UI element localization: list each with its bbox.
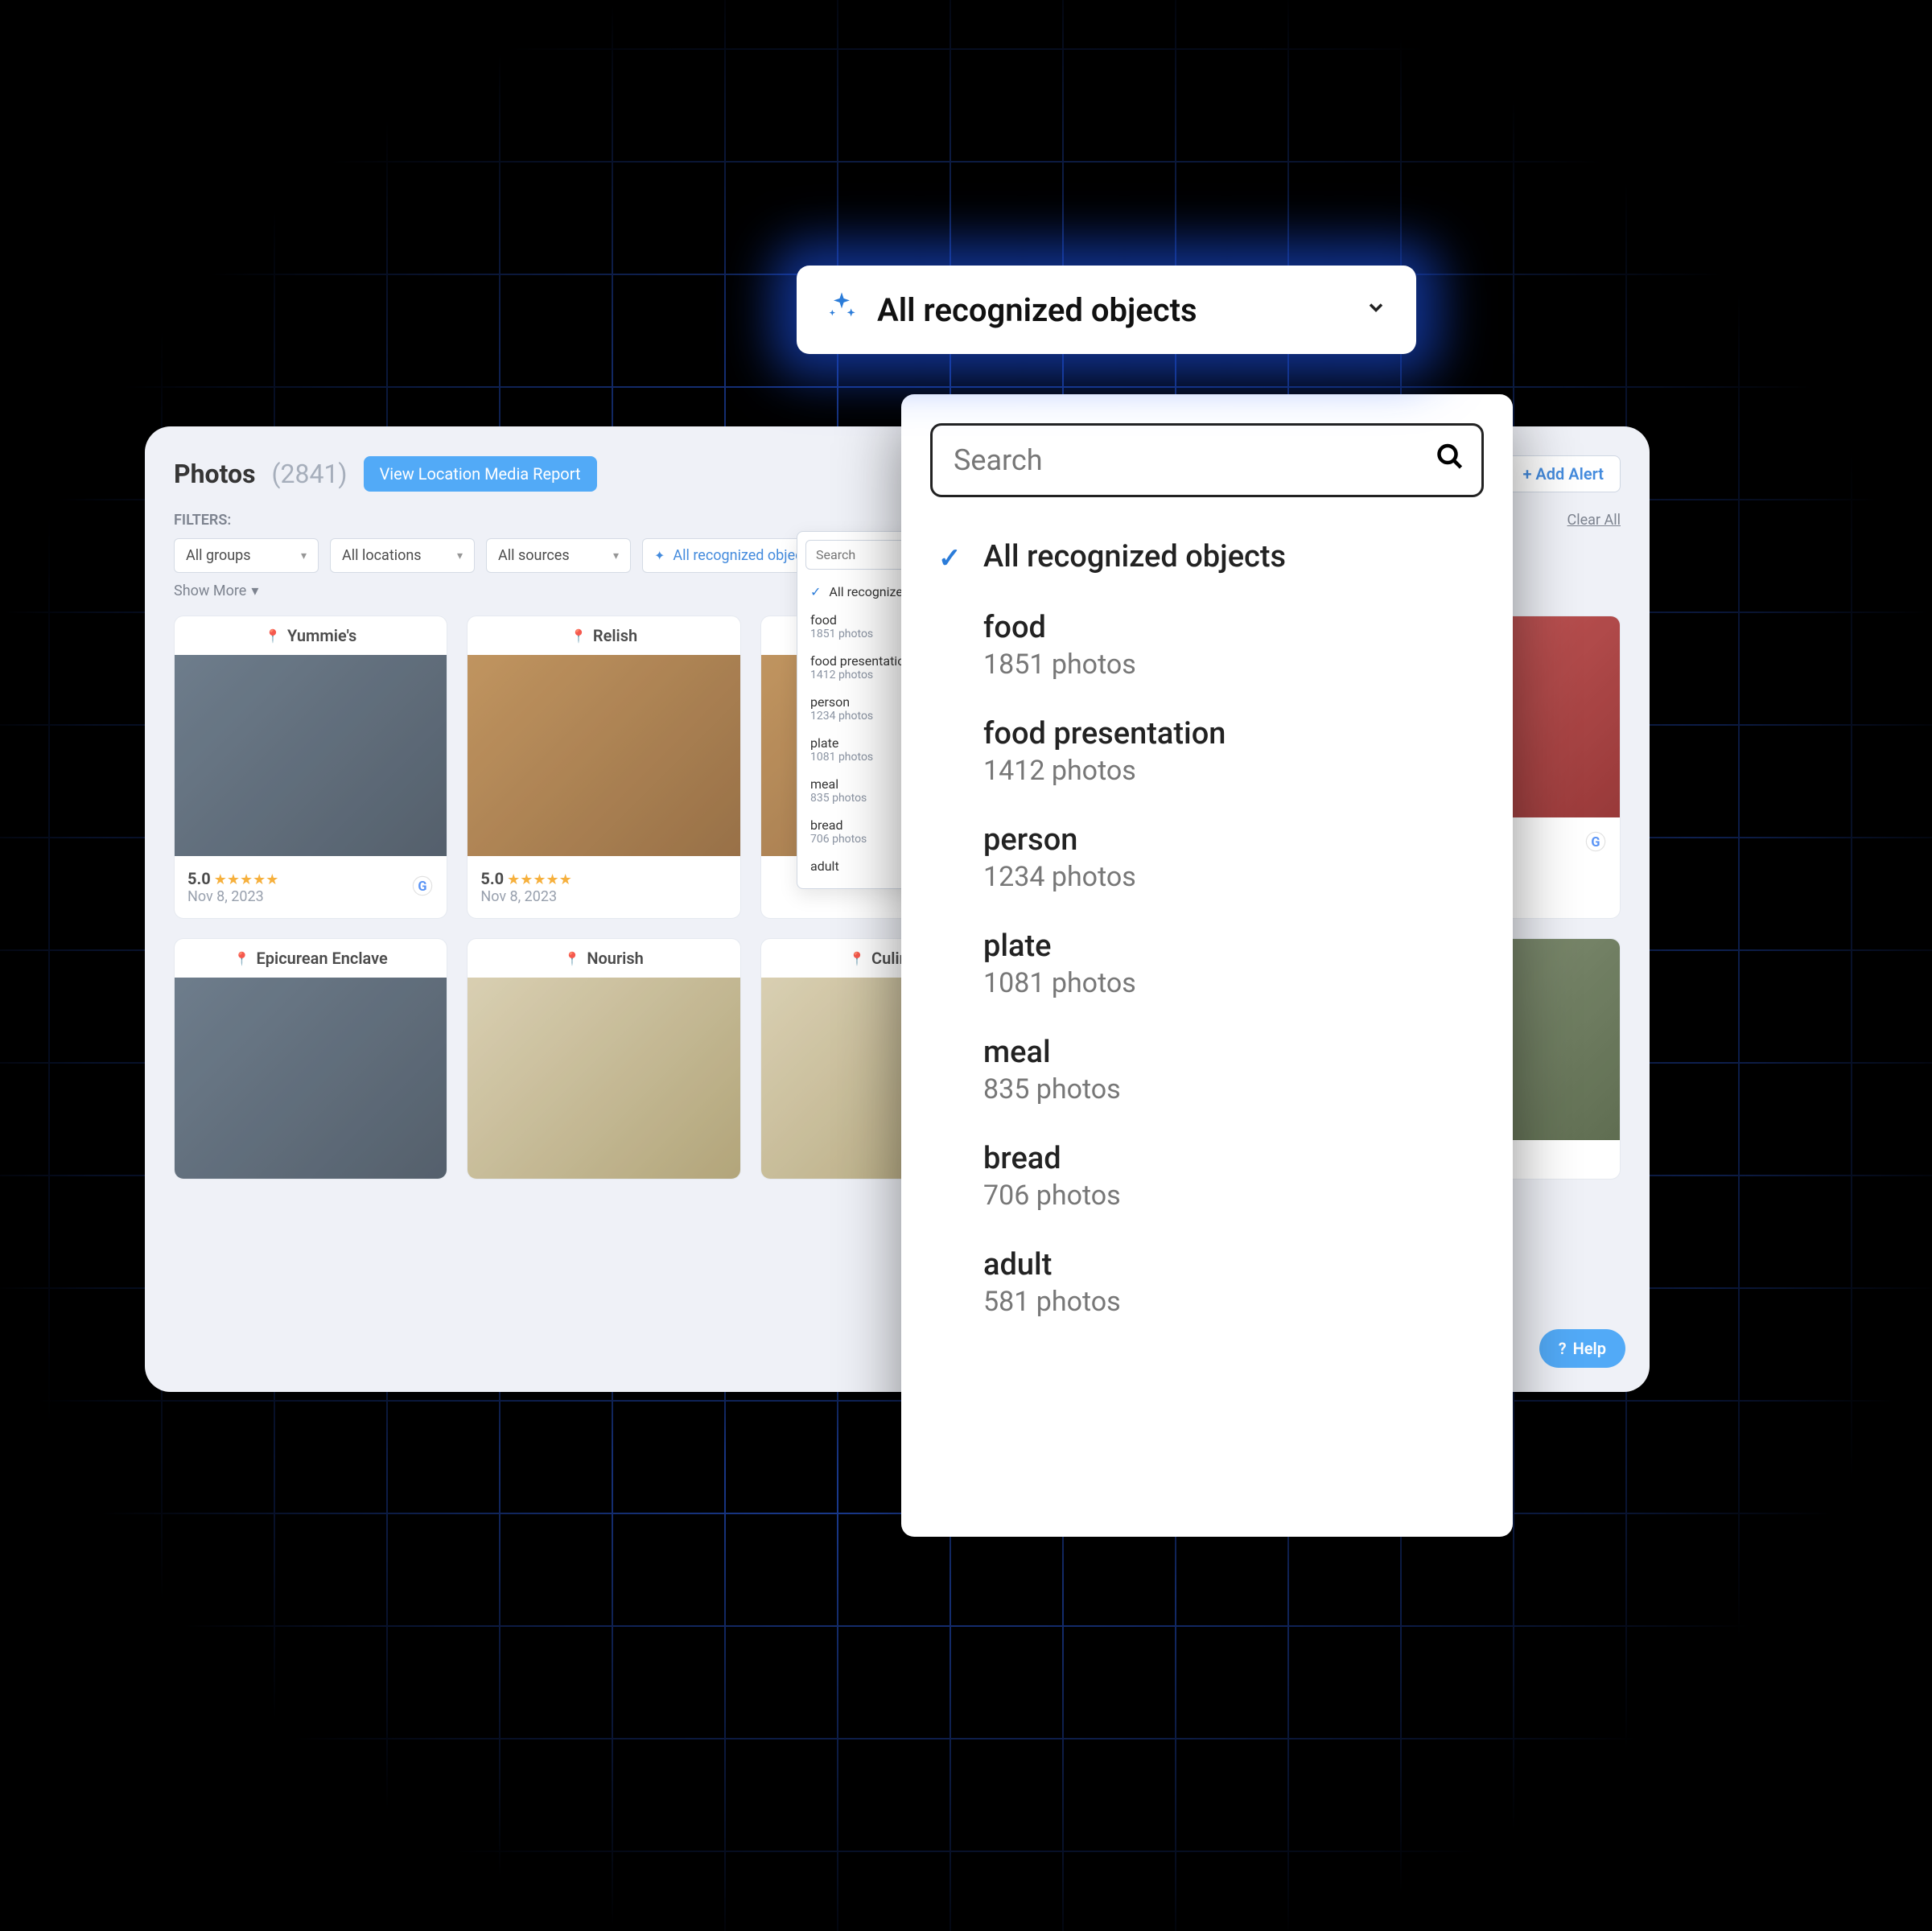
- sparkle-icon: [826, 290, 858, 330]
- dropdown-item-name: person: [983, 822, 1484, 858]
- pin-icon: 📍: [571, 628, 587, 644]
- dropdown-item-name: food: [983, 610, 1484, 645]
- help-label: Help: [1573, 1339, 1606, 1358]
- card-image: [175, 655, 447, 856]
- card-location-name: Yummie's: [287, 626, 356, 645]
- view-media-report-button[interactable]: View Location Media Report: [364, 456, 597, 492]
- help-button[interactable]: ? Help: [1539, 1329, 1625, 1368]
- dropdown-item-count: 1851 photos: [983, 648, 1484, 681]
- dropdown-item-name: meal: [983, 1035, 1484, 1070]
- chevron-down-icon: ▾: [251, 583, 258, 599]
- dropdown-item-name: bread: [983, 1141, 1484, 1176]
- filters-label: FILTERS:: [174, 512, 231, 529]
- filter-sources[interactable]: All sources ▾: [486, 538, 631, 573]
- search-icon: [1436, 443, 1464, 479]
- page-title: Photos: [174, 459, 256, 489]
- pin-icon: 📍: [564, 951, 580, 966]
- dropdown-item-adult[interactable]: adult 581 photos: [938, 1229, 1484, 1336]
- pin-icon: 📍: [265, 628, 281, 644]
- dropdown-item-count: 1234 photos: [983, 861, 1484, 893]
- pin-icon: 📍: [849, 951, 865, 966]
- card-date: Nov 8, 2023: [480, 888, 571, 905]
- card-rating: 5.0: [480, 869, 504, 888]
- dropdown-item-name: plate: [983, 928, 1484, 964]
- recognized-objects-trigger[interactable]: All recognized objects: [797, 266, 1416, 354]
- filter-locations-label: All locations: [342, 547, 422, 564]
- add-alert-button[interactable]: + Add Alert: [1506, 455, 1621, 492]
- sparkle-icon: ✦: [654, 548, 665, 563]
- dropdown-item-food[interactable]: food 1851 photos: [938, 592, 1484, 698]
- dropdown-search-input[interactable]: [930, 423, 1484, 497]
- dropdown-item-name: meal: [810, 776, 838, 792]
- dropdown-list: ✓ All recognized objects food 1851 photo…: [930, 521, 1484, 1336]
- dropdown-item-name: plate: [810, 735, 838, 751]
- photo-card[interactable]: 📍 Epicurean Enclave: [174, 938, 447, 1180]
- photo-card[interactable]: 📍 Relish 5.0 ★★★★★ Nov 8, 2023: [467, 616, 740, 919]
- card-location-name: Relish: [593, 626, 637, 645]
- dropdown-item-name: food presentation: [810, 653, 912, 669]
- check-icon: ✓: [810, 584, 821, 599]
- svg-text:G: G: [1591, 834, 1600, 850]
- show-more-link[interactable]: Show More ▾: [174, 583, 258, 599]
- stars-icon: ★★★★★: [214, 871, 279, 888]
- stars-icon: ★★★★★: [507, 871, 572, 888]
- photo-count: (2841): [272, 459, 348, 489]
- filter-locations[interactable]: All locations ▾: [330, 538, 475, 573]
- recognized-objects-dropdown: ✓ All recognized objects food 1851 photo…: [901, 394, 1513, 1537]
- filter-groups[interactable]: All groups ▾: [174, 538, 319, 573]
- dropdown-item-count: 581 photos: [983, 1286, 1484, 1318]
- dropdown-item-food-presentation[interactable]: food presentation 1412 photos: [938, 698, 1484, 805]
- dropdown-item-count: 1081 photos: [983, 967, 1484, 999]
- dropdown-item-name: person: [810, 694, 850, 710]
- chevron-down-icon: ▾: [613, 550, 619, 562]
- chevron-down-icon: ▾: [457, 550, 463, 562]
- card-location-name: Epicurean Enclave: [257, 949, 388, 968]
- pin-icon: 📍: [234, 951, 250, 966]
- chevron-down-icon: ▾: [301, 550, 307, 562]
- dropdown-item-name: food: [810, 612, 837, 628]
- card-image: [468, 655, 739, 856]
- card-date: Nov 8, 2023: [187, 888, 278, 905]
- check-icon: ✓: [938, 542, 962, 574]
- card-rating: 5.0: [187, 869, 211, 888]
- dropdown-item-person[interactable]: person 1234 photos: [938, 805, 1484, 911]
- dropdown-all-label: All recognized objects: [983, 539, 1484, 574]
- filter-groups-label: All groups: [186, 547, 251, 564]
- google-icon: G: [1584, 830, 1607, 856]
- dropdown-item-name: bread: [810, 817, 842, 833]
- dropdown-item-all[interactable]: ✓ All recognized objects: [938, 521, 1484, 592]
- dropdown-item-name: adult: [983, 1247, 1484, 1283]
- filter-sources-label: All sources: [498, 547, 570, 564]
- show-more-label: Show More: [174, 583, 246, 599]
- dropdown-item-name: adult: [810, 858, 839, 874]
- dropdown-item-count: 1412 photos: [983, 755, 1484, 787]
- card-image: [468, 978, 739, 1179]
- recognized-objects-trigger-label: All recognized objects: [877, 291, 1197, 329]
- dropdown-item-name: food presentation: [983, 716, 1484, 751]
- svg-text:G: G: [418, 878, 427, 893]
- card-image: [175, 978, 447, 1179]
- dropdown-item-meal[interactable]: meal 835 photos: [938, 1017, 1484, 1123]
- photo-card[interactable]: 📍 Nourish: [467, 938, 740, 1180]
- filter-recognized-label: All recognized objects: [673, 547, 814, 564]
- chevron-down-icon: [1365, 294, 1387, 325]
- dropdown-item-plate[interactable]: plate 1081 photos: [938, 911, 1484, 1017]
- dropdown-item-bread[interactable]: bread 706 photos: [938, 1123, 1484, 1229]
- google-icon: G: [411, 875, 434, 900]
- photo-card[interactable]: 📍 Yummie's 5.0 ★★★★★ Nov 8, 2023 G: [174, 616, 447, 919]
- help-icon: ?: [1559, 1339, 1567, 1358]
- dropdown-item-count: 835 photos: [983, 1073, 1484, 1105]
- card-location-name: Nourish: [587, 949, 643, 968]
- clear-all-link[interactable]: Clear All: [1567, 512, 1621, 529]
- dropdown-item-count: 706 photos: [983, 1180, 1484, 1212]
